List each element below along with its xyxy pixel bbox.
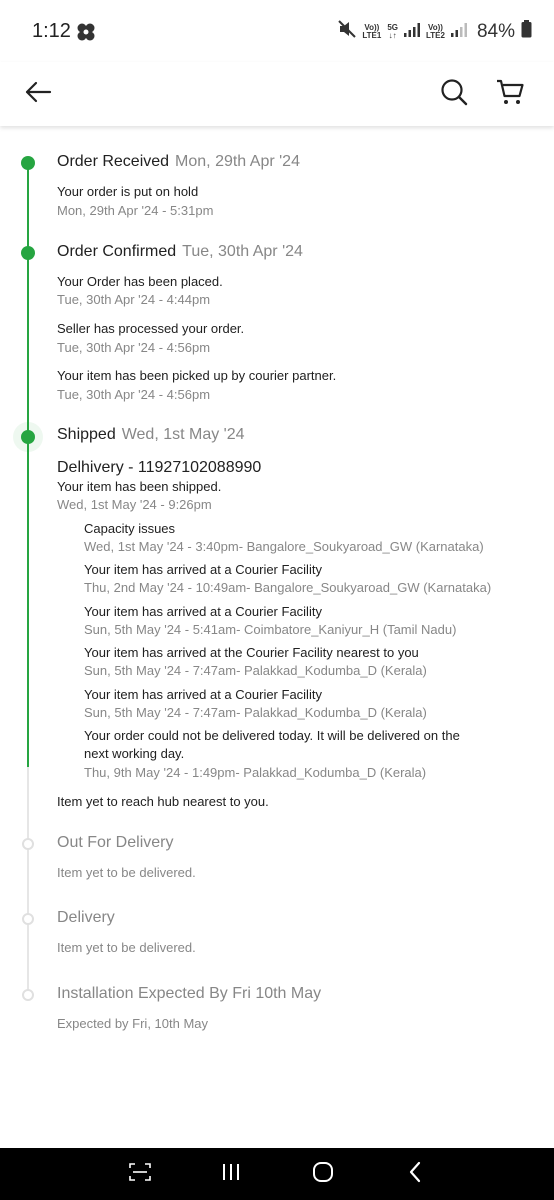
stage-status-text: Expected by Fri, 10th May bbox=[57, 1016, 209, 1031]
system-navigation-bar bbox=[0, 1148, 554, 1200]
status-time: 1:12 bbox=[32, 20, 71, 42]
stage-date: Wed, 1st May '24 bbox=[121, 426, 245, 443]
search-button[interactable] bbox=[432, 72, 476, 116]
stage-title: Installation Expected By Fri 10th May bbox=[57, 985, 322, 1002]
back-button[interactable] bbox=[16, 72, 60, 116]
signal-icon bbox=[450, 21, 467, 43]
event-text: Your Order has been placed. bbox=[57, 274, 223, 289]
tracking-event-time: Sun, 5th May '24 - 7:47am- Palakkad_Kodu… bbox=[84, 663, 427, 678]
stage-pending-dot bbox=[22, 989, 34, 1001]
screenshot-scan-icon bbox=[128, 1162, 152, 1187]
status-bar: 1:12 Vo)) LTE1 5G ↓↑ Vo)) LTE2 84% bbox=[0, 0, 554, 62]
nav-back-icon bbox=[408, 1161, 422, 1188]
cart-button[interactable] bbox=[488, 72, 532, 116]
stage-title: Out For Delivery bbox=[57, 834, 174, 851]
recent-apps-button[interactable] bbox=[211, 1158, 251, 1190]
tracking-event-time: Thu, 9th May '24 - 1:49pm- Palakkad_Kodu… bbox=[84, 765, 427, 780]
status-icons: Vo)) LTE1 5G ↓↑ Vo)) LTE2 84% bbox=[338, 18, 532, 46]
recent-apps-icon bbox=[221, 1162, 241, 1187]
home-icon bbox=[312, 1161, 334, 1188]
home-button[interactable] bbox=[303, 1158, 343, 1190]
stage-title: Shipped bbox=[57, 426, 116, 443]
app-header bbox=[0, 62, 554, 126]
tracking-event-text: Your item has arrived at a Courier Facil… bbox=[84, 687, 322, 702]
event-text: Your item has been picked up by courier … bbox=[57, 368, 337, 383]
cart-icon bbox=[496, 78, 524, 111]
battery-icon bbox=[521, 20, 532, 44]
tracking-event-text: Your order could not be delivered today.… bbox=[84, 728, 460, 743]
stage-title: Order Confirmed bbox=[57, 243, 177, 260]
stage-title: Delivery bbox=[57, 909, 115, 926]
courier-tracking-id[interactable]: Delhivery - 11927102088990 bbox=[57, 459, 261, 477]
stage-complete-dot bbox=[21, 246, 35, 260]
search-icon bbox=[440, 78, 468, 111]
stage-pending-dot bbox=[22, 838, 34, 850]
sim2-volte-label: Vo)) LTE2 bbox=[426, 23, 445, 40]
tracking-event-time: Sun, 5th May '24 - 7:47am- Palakkad_Kodu… bbox=[84, 705, 427, 720]
event-time: Mon, 29th Apr '24 - 5:31pm bbox=[57, 203, 214, 218]
stage-title: Order Received bbox=[57, 153, 170, 170]
stage-complete-dot bbox=[21, 156, 35, 170]
sim1-volte-label: Vo)) LTE1 bbox=[362, 23, 382, 40]
stage-header: Order Received Mon, 29th Apr '24 bbox=[57, 153, 300, 171]
event-time: Wed, 1st May '24 - 9:26pm bbox=[57, 497, 212, 512]
stage-header: Shipped Wed, 1st May '24 bbox=[57, 426, 245, 444]
stage-complete-dot bbox=[21, 430, 35, 444]
stage-date: Mon, 29th Apr '24 bbox=[175, 153, 300, 170]
tracking-event-time: Sun, 5th May '24 - 5:41am- Coimbatore_Ka… bbox=[84, 622, 457, 637]
tracking-event-text: Capacity issues bbox=[84, 521, 176, 536]
arrow-left-icon bbox=[24, 81, 52, 108]
stage-pending-dot bbox=[22, 913, 34, 925]
stage-header: Order Confirmed Tue, 30th Apr '24 bbox=[57, 243, 303, 261]
tracking-event-text: Your item has arrived at a Courier Facil… bbox=[84, 562, 322, 577]
pinwheel-icon bbox=[76, 22, 96, 47]
tracking-event-text: Your item has arrived at a Courier Facil… bbox=[84, 604, 322, 619]
timeline-pending-line bbox=[27, 767, 29, 994]
mute-icon bbox=[338, 20, 357, 44]
stage-status-text: Item yet to be delivered. bbox=[57, 940, 196, 955]
stage-date: Tue, 30th Apr '24 bbox=[182, 243, 303, 260]
tracking-event-time: Wed, 1st May '24 - 3:40pm- Bangalore_Sou… bbox=[84, 539, 484, 554]
event-text: Seller has processed your order. bbox=[57, 321, 245, 336]
signal-icon bbox=[404, 21, 420, 43]
network-type-label: 5G ↓↑ bbox=[387, 23, 398, 40]
event-time: Tue, 30th Apr '24 - 4:44pm bbox=[57, 292, 211, 307]
event-text: Your order is put on hold bbox=[57, 184, 199, 199]
nav-back-button[interactable] bbox=[395, 1158, 435, 1190]
shipment-status-note: Item yet to reach hub nearest to you. bbox=[57, 794, 269, 809]
event-text: Your item has been shipped. bbox=[57, 479, 222, 494]
tracking-event-text: next working day. bbox=[84, 746, 185, 761]
stage-status-text: Item yet to be delivered. bbox=[57, 865, 196, 880]
battery-percentage: 84% bbox=[476, 21, 515, 42]
event-time: Tue, 30th Apr '24 - 4:56pm bbox=[57, 387, 211, 402]
screen-capture-button[interactable] bbox=[120, 1158, 160, 1190]
tracking-event-time: Thu, 2nd May '24 - 10:49am- Bangalore_So… bbox=[84, 580, 492, 595]
tracking-event-text: Your item has arrived at the Courier Fac… bbox=[84, 645, 419, 660]
event-time: Tue, 30th Apr '24 - 4:56pm bbox=[57, 340, 211, 355]
